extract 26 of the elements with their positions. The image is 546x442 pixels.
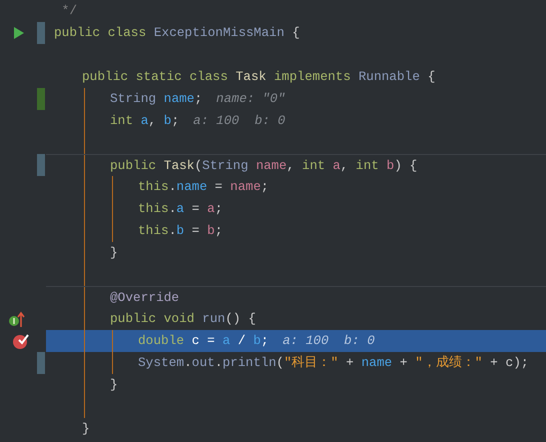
code-text: public Task(String name, int a, int b) { [110,156,418,175]
breakpoint-icon[interactable] [12,332,30,350]
inline-value-hint: name: "0" [216,90,286,108]
code-text: } [110,376,118,394]
change-marker[interactable] [37,352,45,374]
inline-value-hint: a: 100 b: 0 [282,332,375,350]
code-text: this.a = a; [138,200,223,218]
code-text: public static class Task implements Runnable { [82,68,436,86]
code-text: this.name = name; [138,178,269,196]
implements-icon[interactable] [8,310,26,328]
code-text: */ [60,2,78,20]
code-text: public class ExceptionMissMain { [54,24,300,42]
change-marker[interactable] [37,154,45,176]
code-text: this.b = b; [138,222,223,240]
change-marker[interactable] [37,88,45,110]
code-text: public void run() { [110,310,256,328]
code-text: int a, b; [110,112,180,130]
change-marker[interactable] [37,22,45,44]
code-text: @Override [110,288,180,307]
inline-value-hint: a: 100 b: 0 [193,112,286,130]
code-text: String name; [110,90,202,108]
code-text: System.out.println("科目：" + name + "，成绩：" + c); [138,354,529,372]
run-icon[interactable] [13,26,25,40]
code-text: } [110,244,118,262]
code-text: double c = a / b; [138,332,269,350]
code-text: } [82,420,90,438]
